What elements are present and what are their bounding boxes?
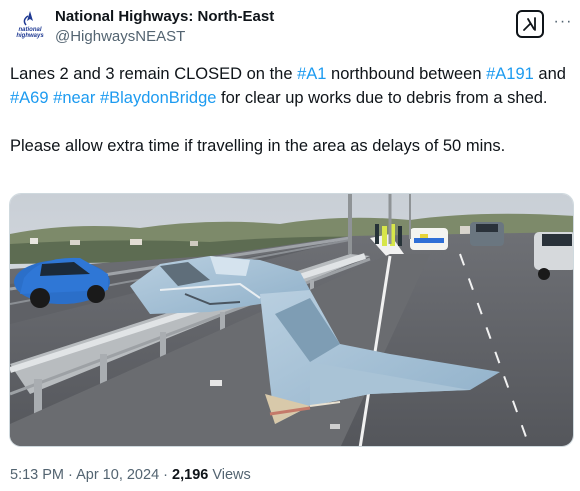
hashtag-link[interactable]: #A1: [297, 65, 326, 83]
tweet-text-segment: northbound between: [326, 65, 487, 83]
grok-icon: [523, 17, 536, 31]
hashtag-link[interactable]: #BlaydonBridge: [100, 89, 217, 107]
tweet-text-segment: for clear up works due to debris from a …: [216, 89, 548, 107]
grok-button[interactable]: [516, 10, 544, 38]
meta-separator: ·: [159, 467, 173, 483]
author-name[interactable]: National Highways: North-East: [55, 8, 274, 26]
tweet-paragraph-1: Lanes 2 and 3 remain CLOSED on the #A1 n…: [10, 62, 575, 110]
tweet-date[interactable]: Apr 10, 2024: [76, 467, 159, 483]
tweet-text-segment: Lanes 2 and 3 remain CLOSED on the: [10, 65, 298, 83]
tweet-time[interactable]: 5:13 PM: [10, 467, 64, 483]
more-options-icon[interactable]: ···: [552, 12, 574, 32]
hashtag-link[interactable]: #A69: [10, 89, 49, 107]
avatar[interactable]: national highways: [12, 8, 48, 44]
hashtag-link[interactable]: #A191: [486, 65, 534, 83]
hashtag-link[interactable]: #near: [53, 89, 95, 107]
tweet-text-segment: and: [533, 65, 566, 83]
tweet-header: national highways National Highways: Nor…: [12, 6, 572, 50]
tweet-text: Lanes 2 and 3 remain CLOSED on the #A1 n…: [10, 62, 575, 158]
tweet-photo[interactable]: [9, 193, 574, 447]
tweet-paragraph-2: Please allow extra time if travelling in…: [10, 137, 506, 155]
avatar-text: national highways: [16, 27, 44, 39]
author-handle[interactable]: @HighwaysNEAST: [55, 28, 185, 46]
views-label: Views: [208, 467, 251, 483]
meta-separator: ·: [64, 467, 77, 483]
views-count: 2,196: [172, 467, 209, 483]
photo-scene: [10, 194, 573, 446]
tweet-meta: 5:13 PM · Apr 10, 2024 · 2,196 Views: [10, 466, 251, 484]
